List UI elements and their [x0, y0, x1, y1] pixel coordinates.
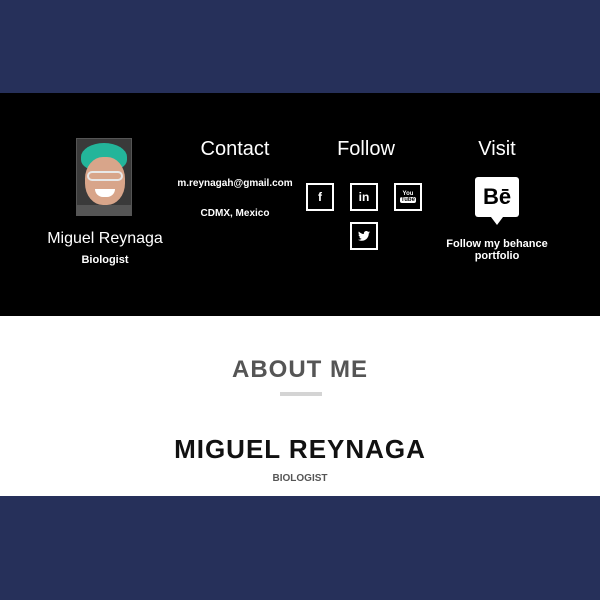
photo-face	[85, 157, 125, 205]
footer-contact-band: Miguel Reynaga Biologist Contact m.reyna…	[0, 93, 600, 316]
facebook-icon[interactable]: f	[306, 183, 334, 211]
heading-underline	[280, 392, 322, 396]
profile-role: Biologist	[81, 254, 129, 266]
twitter-bird-icon	[358, 231, 370, 241]
contact-title: Contact	[200, 138, 270, 160]
follow-column: Follow f in You Tube	[300, 93, 432, 316]
facebook-glyph: f	[318, 190, 322, 204]
youtube-logo: You Tube	[400, 191, 416, 203]
about-name: MIGUEL REYNAGA	[174, 434, 426, 464]
linkedin-glyph: in	[358, 190, 370, 204]
contact-email[interactable]: m.reynagah@gmail.com	[170, 178, 300, 189]
behance-link[interactable]: Follow my behance portfolio	[432, 238, 562, 262]
contact-column: Contact m.reynagah@gmail.com CDMX, Mexic…	[170, 93, 300, 316]
follow-title: Follow	[337, 138, 395, 160]
visit-column: Visit Bē Follow my behance portfolio	[432, 93, 562, 316]
visit-title: Visit	[478, 138, 516, 160]
linkedin-icon[interactable]: in	[350, 183, 378, 211]
about-heading: ABOUT ME	[232, 356, 368, 383]
youtube-bottom: Tube	[400, 197, 416, 203]
behance-icon[interactable]: Bē	[475, 177, 519, 225]
photo-glasses	[87, 171, 123, 181]
youtube-icon[interactable]: You Tube	[394, 183, 422, 211]
contact-location: CDMX, Mexico	[200, 208, 270, 219]
twitter-icon[interactable]	[350, 222, 378, 250]
behance-glyph: Bē	[482, 184, 512, 209]
profile-column: Miguel Reynaga Biologist	[30, 93, 180, 316]
about-role: BIOLOGIST	[272, 473, 328, 484]
profile-name: Miguel Reynaga	[47, 230, 163, 247]
profile-photo	[76, 138, 132, 216]
photo-shirt	[77, 205, 131, 215]
about-section: ABOUT ME MIGUEL REYNAGA BIOLOGIST	[0, 316, 600, 496]
